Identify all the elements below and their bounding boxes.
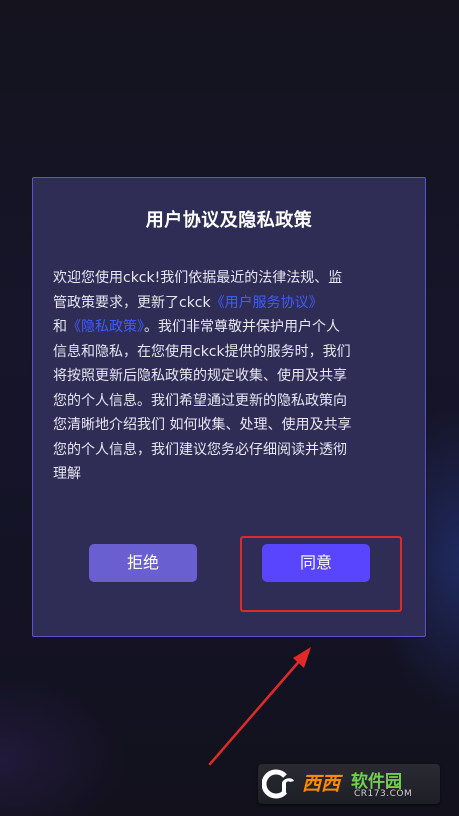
watermark-url-text: CR173.COM bbox=[354, 789, 413, 799]
watermark-xixi-text: 西西 bbox=[302, 773, 341, 795]
site-watermark: 西西 软件园 CR173.COM bbox=[258, 764, 440, 804]
cr-logo-icon bbox=[262, 769, 294, 799]
annotation-arrow-icon bbox=[208, 647, 311, 766]
